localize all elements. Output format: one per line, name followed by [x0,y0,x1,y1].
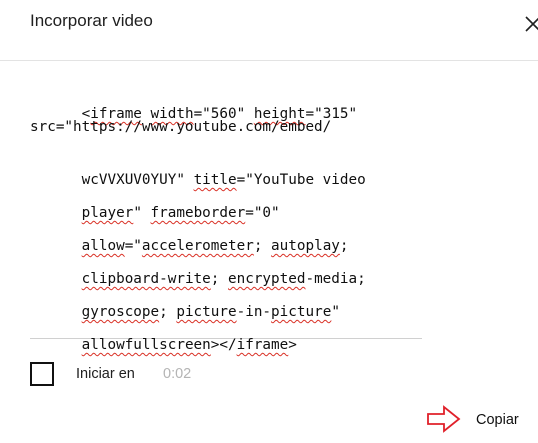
code-line: clipboard-write; encrypted-media; [30,249,366,287]
code-line: player" frameborder="0" [30,183,280,221]
close-button[interactable] [521,12,538,36]
start-at-time: 0:02 [163,366,192,382]
code-line: wcVVXUV0YUY" title="YouTube video [30,150,366,188]
embed-code-textarea[interactable]: <iframe width="560" height="315" src="ht… [30,84,422,353]
arrow-right-outline-icon [427,405,461,433]
code-line-7-f: " [331,304,340,320]
code-line: allowfullscreen></iframe> [30,315,297,353]
header-divider [0,60,538,61]
close-icon [525,16,538,32]
dialog-title: Incorporar video [30,11,153,30]
copy-button[interactable]: Copiar [476,412,519,436]
code-line: allow="accelerometer; autoplay; [30,216,349,254]
embed-video-dialog: Incorporar video <iframe width="560" hei… [0,0,538,443]
code-line-8-b: ></ [210,337,237,353]
code-line-8-a: allowfullscreen [81,337,211,353]
code-line-8-c: iframe [236,337,289,353]
code-line: gyroscope; picture-in-picture" [30,282,340,320]
code-line: <iframe width="560" height="315" [30,84,358,122]
code-line: src="https://www.youtube.com/embed/ [30,119,332,135]
start-at-checkbox[interactable] [30,362,54,386]
start-at-label: Iniciar en [76,366,135,382]
code-line-8-d: > [288,337,297,353]
